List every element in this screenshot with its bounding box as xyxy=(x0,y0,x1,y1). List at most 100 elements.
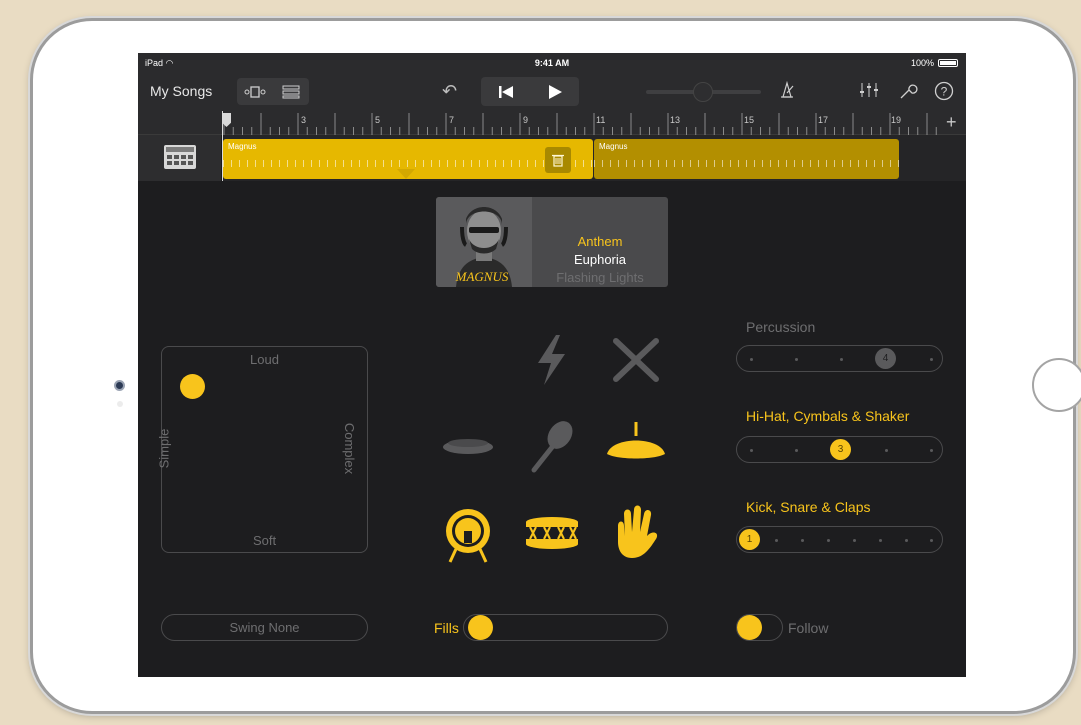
step-dot xyxy=(905,539,908,542)
step-dot xyxy=(840,358,843,361)
step-dot xyxy=(775,539,778,542)
kick-snare-claps-slider[interactable]: 1 xyxy=(736,526,943,553)
clap-hand-icon xyxy=(618,505,658,558)
follow-label: Follow xyxy=(788,620,829,636)
lightning-icon xyxy=(538,335,565,385)
instrument-kick[interactable] xyxy=(436,504,500,563)
region-name: Magnus xyxy=(599,142,628,151)
drumsticks-icon xyxy=(613,338,659,382)
region-name: Magnus xyxy=(228,142,257,151)
step-dot xyxy=(795,358,798,361)
hihat-closed-icon xyxy=(443,439,493,454)
step-dot xyxy=(750,449,753,452)
instrument-view-button[interactable] xyxy=(237,78,273,105)
drummer-portrait: MAGNUS xyxy=(436,197,532,287)
instrument-view-icon xyxy=(244,85,266,98)
master-volume-slider[interactable] xyxy=(646,82,761,102)
genre-item[interactable]: Flashing Lights xyxy=(532,270,668,285)
ruler-bar-number: 3 xyxy=(301,115,307,125)
step-dot xyxy=(930,358,933,361)
view-toggle xyxy=(237,78,309,105)
complexity-loudness-pad[interactable]: Loud Soft Simple Complex xyxy=(156,346,368,553)
tracks-view-button[interactable] xyxy=(273,78,309,105)
percussion-knob[interactable]: 4 xyxy=(875,348,896,369)
track-lane: Magnus Magnus xyxy=(138,135,966,181)
percussion-label: Percussion xyxy=(746,319,816,335)
maraca-icon xyxy=(531,421,573,473)
drummer-region[interactable]: Magnus xyxy=(594,139,899,179)
kick-snare-claps-knob[interactable]: 1 xyxy=(739,529,760,550)
ruler-bar-number: 15 xyxy=(744,115,755,125)
pad-label-top: Loud xyxy=(250,352,279,367)
transport-controls xyxy=(481,77,579,106)
help-icon[interactable]: ? xyxy=(934,81,954,106)
mixer-icon[interactable] xyxy=(858,81,880,104)
ruler-bar-number: 7 xyxy=(449,115,455,125)
volume-knob[interactable] xyxy=(693,82,713,102)
go-to-beginning-icon xyxy=(498,85,513,98)
drum-machine-icon xyxy=(164,145,196,169)
kick-snare-claps-label: Kick, Snare & Claps xyxy=(746,499,871,515)
instrument-shaker[interactable] xyxy=(520,418,584,474)
swing-button[interactable]: Swing None xyxy=(161,614,368,641)
pad-label-bottom: Soft xyxy=(252,533,277,548)
settings-wrench-icon[interactable] xyxy=(898,81,918,106)
region-waveform xyxy=(594,160,899,167)
instrument-snare[interactable] xyxy=(520,504,584,560)
instrument-cymbal[interactable] xyxy=(604,418,668,474)
metronome-icon[interactable] xyxy=(778,80,796,104)
step-dot xyxy=(879,539,882,542)
delete-region-button[interactable] xyxy=(545,147,571,173)
trash-icon xyxy=(552,154,564,167)
hihat-cymbals-shaker-slider[interactable]: 3 xyxy=(736,436,943,463)
step-dot xyxy=(827,539,830,542)
step-dot xyxy=(853,539,856,542)
follow-toggle-knob[interactable] xyxy=(737,615,762,640)
kick-drum-icon xyxy=(446,509,490,563)
timeline-ruler[interactable]: 1 3 5 7 9 11 13 15 17 19 + xyxy=(138,111,966,135)
pad-label-left: Simple xyxy=(156,428,172,469)
play-button[interactable] xyxy=(530,77,579,106)
step-dot xyxy=(801,539,804,542)
ruler-bar-number: 5 xyxy=(375,115,381,125)
step-dot xyxy=(795,449,798,452)
genre-item[interactable]: Euphoria xyxy=(532,252,668,267)
drummer-signature: MAGNUS xyxy=(455,269,509,284)
drummer-avatar-icon: MAGNUS xyxy=(455,207,512,287)
instrument-hihat[interactable] xyxy=(436,418,500,474)
instrument-sticks[interactable] xyxy=(604,332,668,388)
ruler-bar-number: 11 xyxy=(596,115,606,125)
status-bar: iPad ◠ 9:41 AM 100% xyxy=(138,53,966,73)
my-songs-button[interactable]: My Songs xyxy=(150,83,212,99)
follow-toggle[interactable] xyxy=(736,614,783,641)
ruler-ticks xyxy=(223,113,937,135)
undo-icon[interactable]: ↶ xyxy=(442,81,457,102)
pad-label-right: Complex xyxy=(342,422,358,475)
instrument-percussion[interactable] xyxy=(520,332,584,388)
genre-picker[interactable]: Anthem Euphoria Flashing Lights xyxy=(532,197,668,287)
pad-puck[interactable] xyxy=(180,374,205,399)
region-waveform xyxy=(223,160,593,167)
garageband-screen: iPad ◠ 9:41 AM 100% My Songs ↶ ? 3 5 7 9… xyxy=(138,53,966,677)
home-button[interactable] xyxy=(1032,358,1081,412)
hihat-cymbals-shaker-knob[interactable]: 3 xyxy=(830,439,851,460)
play-icon xyxy=(548,84,562,99)
status-time: 9:41 AM xyxy=(534,58,570,68)
svg-text:?: ? xyxy=(941,85,948,99)
go-to-beginning-button[interactable] xyxy=(481,77,530,106)
drummer-track-header[interactable] xyxy=(138,135,222,181)
light-sensor xyxy=(117,401,123,407)
genre-item-selected[interactable]: Anthem xyxy=(532,234,668,249)
front-camera xyxy=(114,380,125,391)
snare-drum-icon xyxy=(526,517,578,549)
instrument-clap[interactable] xyxy=(604,504,668,560)
drummer-card[interactable]: MAGNUS Anthem Euphoria Flashing Lights xyxy=(436,197,668,287)
fills-slider[interactable] xyxy=(463,614,668,641)
step-dot xyxy=(885,449,888,452)
fills-knob[interactable] xyxy=(468,615,493,640)
ruler-bar-number: 17 xyxy=(818,115,829,125)
add-section-button[interactable]: + xyxy=(946,112,957,133)
hihat-cymbals-shaker-label: Hi-Hat, Cymbals & Shaker xyxy=(746,408,910,424)
percussion-slider[interactable]: 4 xyxy=(736,345,943,372)
step-dot xyxy=(930,539,933,542)
